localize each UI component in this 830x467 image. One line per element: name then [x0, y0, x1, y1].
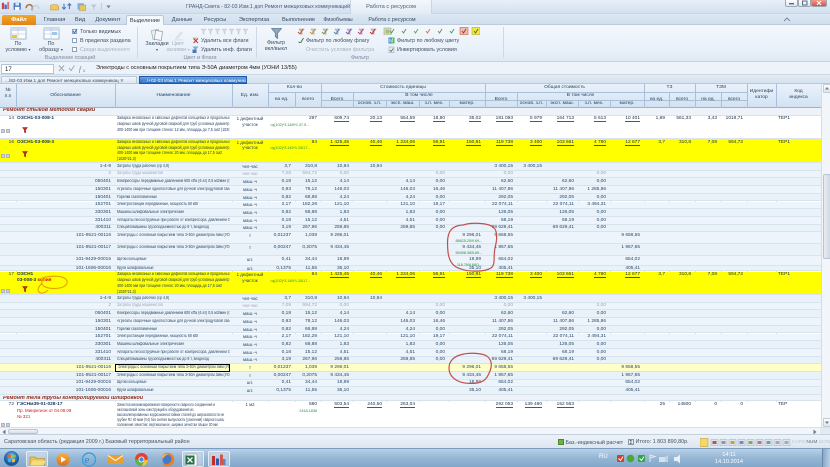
svg-text:f: f: [79, 66, 82, 74]
svg-text:x: x: [82, 69, 86, 73]
svg-text:M: M: [389, 39, 393, 45]
svg-text:e: e: [85, 454, 90, 466]
